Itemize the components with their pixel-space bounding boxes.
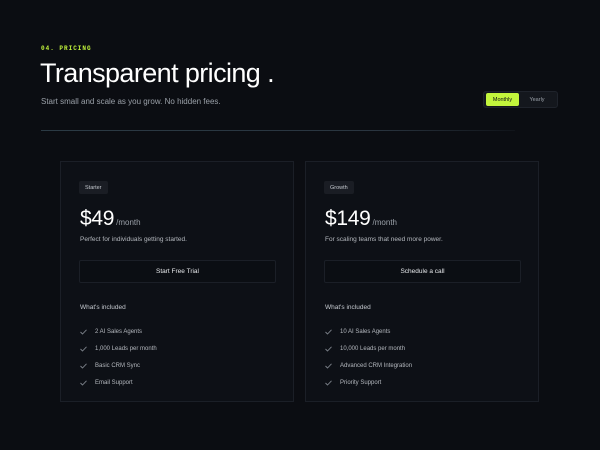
- schedule-call-button[interactable]: Schedule a call: [324, 260, 521, 283]
- plan-card-growth: Growth $149 /month For scaling teams tha…: [305, 161, 539, 402]
- list-item: Advanced CRM Integration: [325, 357, 412, 374]
- check-icon: [80, 345, 88, 352]
- page-subtitle: Start small and scale as you grow. No hi…: [41, 97, 221, 106]
- feature-list: 2 AI Sales Agents 1,000 Leads per month …: [80, 323, 157, 391]
- price-period: /month: [116, 218, 141, 227]
- plan-badge: Growth: [324, 181, 354, 194]
- plan-price: $149 /month: [325, 207, 397, 231]
- section-eyebrow: 04. PRICING: [41, 45, 92, 52]
- start-free-trial-button[interactable]: Start Free Trial: [79, 260, 276, 283]
- feature-list: 10 AI Sales Agents 10,000 Leads per mont…: [325, 323, 412, 391]
- included-heading: What's included: [80, 304, 126, 311]
- check-icon: [325, 379, 333, 386]
- feature-label: 10 AI Sales Agents: [340, 328, 391, 335]
- feature-label: 10,000 Leads per month: [340, 345, 406, 352]
- toggle-monthly-button[interactable]: Monthly: [486, 93, 519, 106]
- feature-label: Priority Support: [340, 379, 382, 386]
- plan-price: $49 /month: [80, 207, 141, 231]
- plan-description: For scaling teams that need more power.: [325, 236, 443, 243]
- check-icon: [325, 362, 333, 369]
- feature-label: 1,000 Leads per month: [95, 345, 157, 352]
- list-item: Basic CRM Sync: [80, 357, 157, 374]
- list-item: 1,000 Leads per month: [80, 340, 157, 357]
- feature-label: Advanced CRM Integration: [340, 362, 413, 369]
- included-heading: What's included: [325, 304, 371, 311]
- pricing-page: 04. PRICING Transparent pricing . Start …: [0, 0, 600, 450]
- plan-badge: Starter: [79, 181, 108, 194]
- feature-label: 2 AI Sales Agents: [95, 328, 143, 335]
- check-icon: [80, 362, 88, 369]
- check-icon: [80, 328, 88, 335]
- list-item: 2 AI Sales Agents: [80, 323, 157, 340]
- list-item: 10,000 Leads per month: [325, 340, 412, 357]
- page-title: Transparent pricing .: [40, 58, 275, 88]
- feature-label: Basic CRM Sync: [95, 362, 141, 369]
- toggle-yearly-button[interactable]: Yearly: [519, 93, 555, 106]
- price-amount: $149: [325, 207, 371, 230]
- plan-card-starter: Starter $49 /month Perfect for individua…: [60, 161, 294, 402]
- check-icon: [80, 379, 88, 386]
- price-amount: $49: [80, 207, 115, 230]
- header-divider: [41, 130, 515, 131]
- price-period: /month: [372, 218, 397, 227]
- check-icon: [325, 328, 333, 335]
- list-item: Email Support: [80, 374, 157, 391]
- feature-label: Email Support: [95, 379, 133, 386]
- billing-toggle: Monthly Yearly: [483, 91, 558, 108]
- plan-description: Perfect for individuals getting started.: [80, 236, 187, 243]
- list-item: Priority Support: [325, 374, 412, 391]
- list-item: 10 AI Sales Agents: [325, 323, 412, 340]
- check-icon: [325, 345, 333, 352]
